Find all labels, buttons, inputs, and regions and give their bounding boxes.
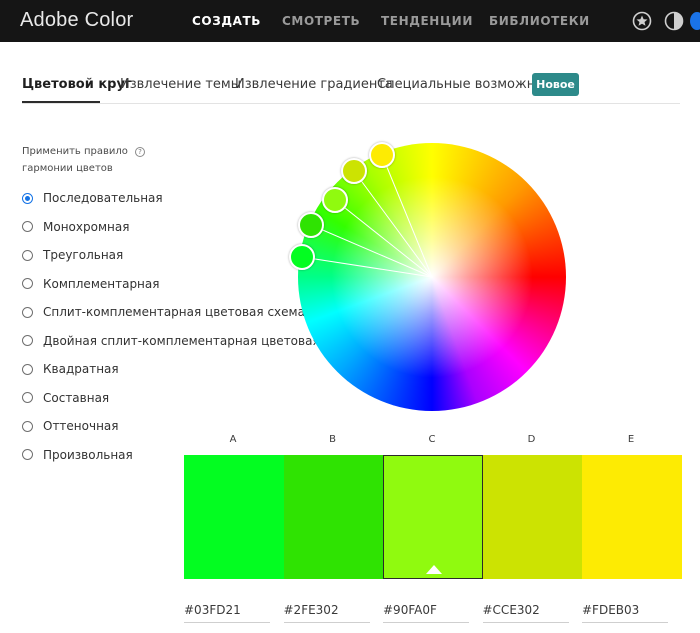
wheel-handle-b[interactable]	[298, 212, 324, 238]
color-swatch[interactable]	[283, 455, 384, 579]
hex-input[interactable]: #CCE302	[482, 603, 569, 623]
harmony-option-label: Сплит-комплементарная цветовая схема	[43, 305, 305, 319]
new-badge: Новое	[532, 73, 579, 96]
hex-input[interactable]: #2FE302	[283, 603, 370, 623]
harmony-option-label: Квадратная	[43, 362, 119, 376]
color-swatch[interactable]	[184, 455, 284, 579]
harmony-option-label: Треугольная	[43, 248, 124, 262]
wheel-handle-a[interactable]	[289, 244, 315, 270]
harmony-option-label: Оттеночная	[43, 419, 119, 433]
color-wheel[interactable]	[289, 142, 566, 411]
harmony-option[interactable]: Треугольная	[22, 245, 123, 265]
harmony-option[interactable]: Сплит-комплементарная цветовая схема	[22, 302, 305, 322]
avatar[interactable]	[690, 12, 700, 30]
tabs-divider	[22, 103, 680, 104]
harmony-option-label: Последовательная	[43, 191, 163, 205]
top-bar: Adobe Color СОЗДАТЬ СМОТРЕТЬ ТЕНДЕНЦИИ Б…	[0, 0, 700, 42]
wheel-handle-e[interactable]	[369, 142, 395, 168]
star-icon[interactable]	[632, 11, 652, 31]
radio-unchecked-icon[interactable]	[22, 392, 33, 403]
harmony-option[interactable]: Произвольная	[22, 445, 133, 465]
hex-input[interactable]: #FDEB03	[582, 603, 668, 623]
tab-extract-theme[interactable]: Извлечение темы	[120, 77, 241, 92]
swatch-letter: E	[627, 434, 635, 445]
harmony-option-label: Монохромная	[43, 219, 130, 234]
radio-unchecked-icon[interactable]	[22, 221, 33, 232]
selected-triangle-icon	[426, 565, 442, 574]
tab-color-wheel[interactable]: Цветовой круг	[22, 77, 132, 92]
harmony-option[interactable]: Комплементарная	[22, 274, 159, 294]
swatch-letter: C	[428, 434, 436, 445]
harmony-option[interactable]: Монохромная	[22, 217, 129, 237]
nav-create[interactable]: СОЗДАТЬ	[192, 14, 261, 28]
help-icon[interactable]: ?	[135, 147, 145, 157]
nav-trends[interactable]: ТЕНДЕНЦИИ	[381, 14, 473, 28]
wheel-connector-lines	[301, 154, 433, 278]
harmony-option-label: Составная	[43, 390, 110, 405]
wheel-handle-c[interactable]	[322, 187, 348, 213]
color-swatch[interactable]	[383, 455, 483, 579]
tab-extract-gradient[interactable]: Извлечение градиента	[235, 77, 393, 92]
hex-input[interactable]: #03FD21	[184, 603, 270, 623]
harmony-option[interactable]: Квадратная	[22, 359, 119, 379]
nav-libraries[interactable]: БИБЛИОТЕКИ	[489, 14, 590, 28]
harmony-option[interactable]: Оттеночная	[22, 416, 119, 436]
radio-unchecked-icon[interactable]	[22, 249, 33, 261]
swatch-letter: D	[527, 434, 536, 445]
radio-checked-icon[interactable]	[22, 192, 33, 204]
color-swatch[interactable]	[582, 455, 682, 579]
harmony-option-label: Комплементарная	[43, 276, 160, 291]
radio-unchecked-icon[interactable]	[22, 278, 33, 289]
radio-unchecked-icon[interactable]	[22, 335, 33, 346]
harmony-option-label: Произвольная	[43, 447, 133, 462]
radio-unchecked-icon[interactable]	[22, 306, 33, 318]
radio-unchecked-icon[interactable]	[22, 449, 33, 460]
nav-browse[interactable]: СМОТРЕТЬ	[282, 14, 360, 28]
harmony-rule-label: Применить правило гармонии цветов	[22, 146, 128, 174]
contrast-icon[interactable]	[664, 11, 684, 31]
harmony-option[interactable]: Последовательная	[22, 188, 163, 208]
color-swatch[interactable]	[482, 455, 583, 579]
radio-unchecked-icon[interactable]	[22, 363, 33, 375]
harmony-option[interactable]: Составная	[22, 388, 109, 408]
swatch-letter: A	[229, 434, 237, 445]
radio-unchecked-icon[interactable]	[22, 420, 33, 432]
app-title[interactable]: Adobe Color	[20, 9, 133, 32]
wheel-handle-d[interactable]	[341, 158, 367, 184]
swatch-letter: B	[329, 434, 336, 445]
hex-input[interactable]: #90FA0F	[383, 603, 469, 623]
